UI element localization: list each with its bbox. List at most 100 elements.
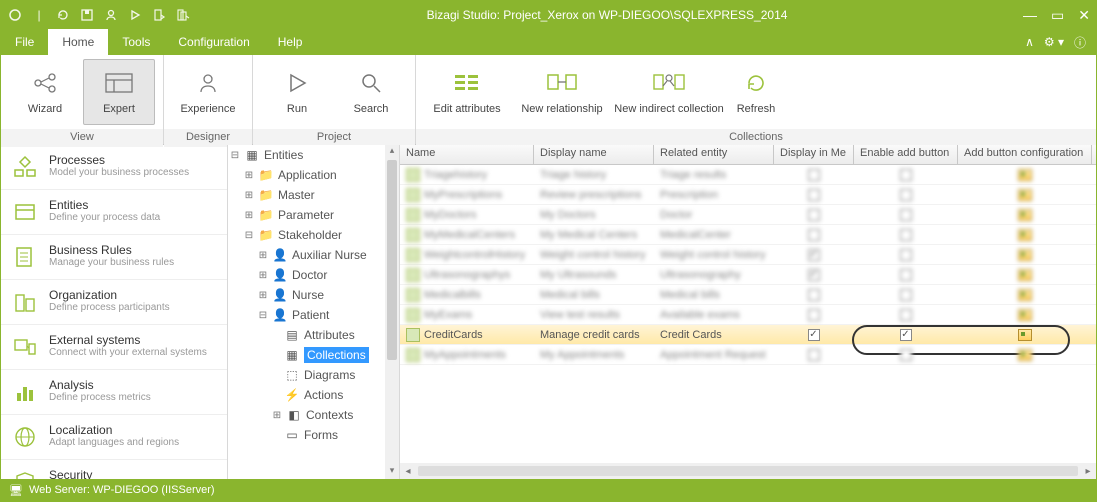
nav-localization[interactable]: LocalizationAdapt languages and regions <box>1 415 227 460</box>
stakeholder-icon: 👤 <box>272 267 288 283</box>
new-relationship-button[interactable]: New relationship <box>512 59 612 125</box>
tree-diagrams[interactable]: ⬚Diagrams <box>228 365 399 385</box>
menu-file[interactable]: File <box>1 29 48 55</box>
settings-gear-icon[interactable]: ⚙ ▾ <box>1044 35 1064 49</box>
tree-forms[interactable]: ▭Forms <box>228 425 399 445</box>
security-icon <box>11 468 39 479</box>
tree-nurse[interactable]: ⊞👤Nurse <box>228 285 399 305</box>
attributes-icon: ▤ <box>284 327 300 343</box>
menu-configuration[interactable]: Configuration <box>164 29 263 55</box>
nav-security[interactable]: Security <box>1 460 227 479</box>
table-row[interactable]: MedicalbillsMedical billsMedical bills <box>400 285 1096 305</box>
close-button[interactable]: ✕ <box>1078 7 1090 24</box>
tree-parameter[interactable]: ⊞📁Parameter <box>228 205 399 225</box>
collapse-ribbon-icon[interactable]: ∧ <box>1025 35 1034 49</box>
menubar: File Home Tools Configuration Help ∧ ⚙ ▾… <box>1 29 1096 55</box>
stakeholder-icon: 👤 <box>272 247 288 263</box>
nav-org-sub: Define process participants <box>49 302 170 313</box>
nav-entities-title: Entities <box>49 198 160 212</box>
nav-rules-title: Business Rules <box>49 243 174 257</box>
status-text: Web Server: WP-DIEGOO (IISServer) <box>29 484 215 496</box>
tree-application[interactable]: ⊞📁Application <box>228 165 399 185</box>
folder-icon: 📁 <box>258 187 274 203</box>
search-label: Search <box>354 103 389 115</box>
tree-actions[interactable]: ⚡Actions <box>228 385 399 405</box>
col-display-in-me[interactable]: Display in Me <box>774 145 854 164</box>
refresh-label: Refresh <box>737 103 776 115</box>
window-controls: — ▭ ✕ <box>1023 7 1090 24</box>
play-icon[interactable] <box>127 7 143 23</box>
main-area: ProcessesModel your business processes E… <box>1 145 1096 479</box>
search-button[interactable]: Search <box>335 59 407 125</box>
tree-auxiliar-nurse[interactable]: ⊞👤Auxiliar Nurse <box>228 245 399 265</box>
ribbon-group-view: Wizard Expert View <box>1 55 164 144</box>
menu-home[interactable]: Home <box>48 29 108 55</box>
collections-icon: ▦ <box>284 347 300 363</box>
tree-stakeholder[interactable]: ⊟📁Stakeholder <box>228 225 399 245</box>
table-row[interactable]: MyDoctorsMy DoctorsDoctor <box>400 205 1096 225</box>
tree-scrollbar[interactable]: ▴▾ <box>385 145 399 479</box>
nav-organization[interactable]: OrganizationDefine process participants <box>1 280 227 325</box>
nav-rules[interactable]: Business RulesManage your business rules <box>1 235 227 280</box>
nav-entities[interactable]: EntitiesDefine your process data <box>1 190 227 235</box>
table-row[interactable]: MyAppointmentsMy AppointmentsAppointment… <box>400 345 1096 365</box>
folder-icon: 📁 <box>258 227 274 243</box>
table-row[interactable]: CreditCardsManage credit cardsCredit Car… <box>400 325 1096 345</box>
run-label: Run <box>287 103 307 115</box>
folder-icon: 📁 <box>258 167 274 183</box>
user-icon[interactable] <box>103 7 119 23</box>
col-add-config[interactable]: Add button configuration <box>958 145 1092 164</box>
table-row[interactable]: UltrasonographysMy UltrasoundsUltrasonog… <box>400 265 1096 285</box>
new-indirect-collection-button[interactable]: New indirect collection <box>614 59 724 125</box>
tree-collections[interactable]: ▦Collections <box>228 345 399 365</box>
actions-icon: ⚡ <box>284 387 300 403</box>
table-row[interactable]: MyPrescriptionsReview prescriptionsPresc… <box>400 185 1096 205</box>
wizard-button[interactable]: Wizard <box>9 59 81 125</box>
tree-master[interactable]: ⊞📁Master <box>228 185 399 205</box>
help-icon[interactable]: ⓘ <box>1074 34 1086 51</box>
nav-local-title: Localization <box>49 423 179 437</box>
nav-rules-sub: Manage your business rules <box>49 257 174 268</box>
explorer-nav: ProcessesModel your business processes E… <box>1 145 228 479</box>
refresh-button[interactable]: Refresh <box>726 59 786 125</box>
titlebar: | Bizagi Studio: Project_Xerox on WP-DIE… <box>1 1 1096 29</box>
deploy-all-icon[interactable] <box>175 7 191 23</box>
expert-button[interactable]: Expert <box>83 59 155 125</box>
maximize-button[interactable]: ▭ <box>1051 7 1064 24</box>
status-bar: 🖥 Web Server: WP-DIEGOO (IISServer) <box>1 479 1096 501</box>
menu-help[interactable]: Help <box>264 29 317 55</box>
table-row[interactable]: MyMedicalCentersMy Medical CentersMedica… <box>400 225 1096 245</box>
grid-header: Name Display name Related entity Display… <box>400 145 1096 165</box>
table-row[interactable]: MyExamsView test resultsAvailable exams <box>400 305 1096 325</box>
nav-ext-sub: Connect with your external systems <box>49 347 207 358</box>
tree-doctor[interactable]: ⊞👤Doctor <box>228 265 399 285</box>
tree-patient[interactable]: ⊟👤Patient <box>228 305 399 325</box>
experience-button[interactable]: Experience <box>172 59 244 125</box>
tree-root-entities[interactable]: ⊟▦Entities <box>228 145 399 165</box>
table-row[interactable]: WeightcontrolHistoryWeight control histo… <box>400 245 1096 265</box>
qat-divider: | <box>31 7 47 23</box>
tree-attributes[interactable]: ▤Attributes <box>228 325 399 345</box>
menu-tools[interactable]: Tools <box>108 29 164 55</box>
expert-label: Expert <box>103 103 135 115</box>
col-name[interactable]: Name <box>400 145 534 164</box>
col-display[interactable]: Display name <box>534 145 654 164</box>
save-icon[interactable] <box>79 7 95 23</box>
nav-analysis[interactable]: AnalysisDefine process metrics <box>1 370 227 415</box>
nav-processes[interactable]: ProcessesModel your business processes <box>1 145 227 190</box>
table-row[interactable]: TriagehistoryTriage historyTriage result… <box>400 165 1096 185</box>
refresh-icon[interactable] <box>55 7 71 23</box>
run-button[interactable]: Run <box>261 59 333 125</box>
window-title: Bizagi Studio: Project_Xerox on WP-DIEGO… <box>191 8 1023 22</box>
tree-contexts[interactable]: ⊞◧Contexts <box>228 405 399 425</box>
ribbon-group-collections: Edit attributes New relationship New ind… <box>416 55 1096 144</box>
rules-icon <box>11 243 39 271</box>
edit-attributes-button[interactable]: Edit attributes <box>424 59 510 125</box>
nav-external-systems[interactable]: External systemsConnect with your extern… <box>1 325 227 370</box>
deploy-icon[interactable] <box>151 7 167 23</box>
col-enable-add[interactable]: Enable add button <box>854 145 958 164</box>
minimize-button[interactable]: — <box>1023 7 1037 24</box>
col-related[interactable]: Related entity <box>654 145 774 164</box>
grid-hscrollbar[interactable]: ◂▸ <box>400 463 1096 479</box>
entities-icon <box>11 198 39 226</box>
